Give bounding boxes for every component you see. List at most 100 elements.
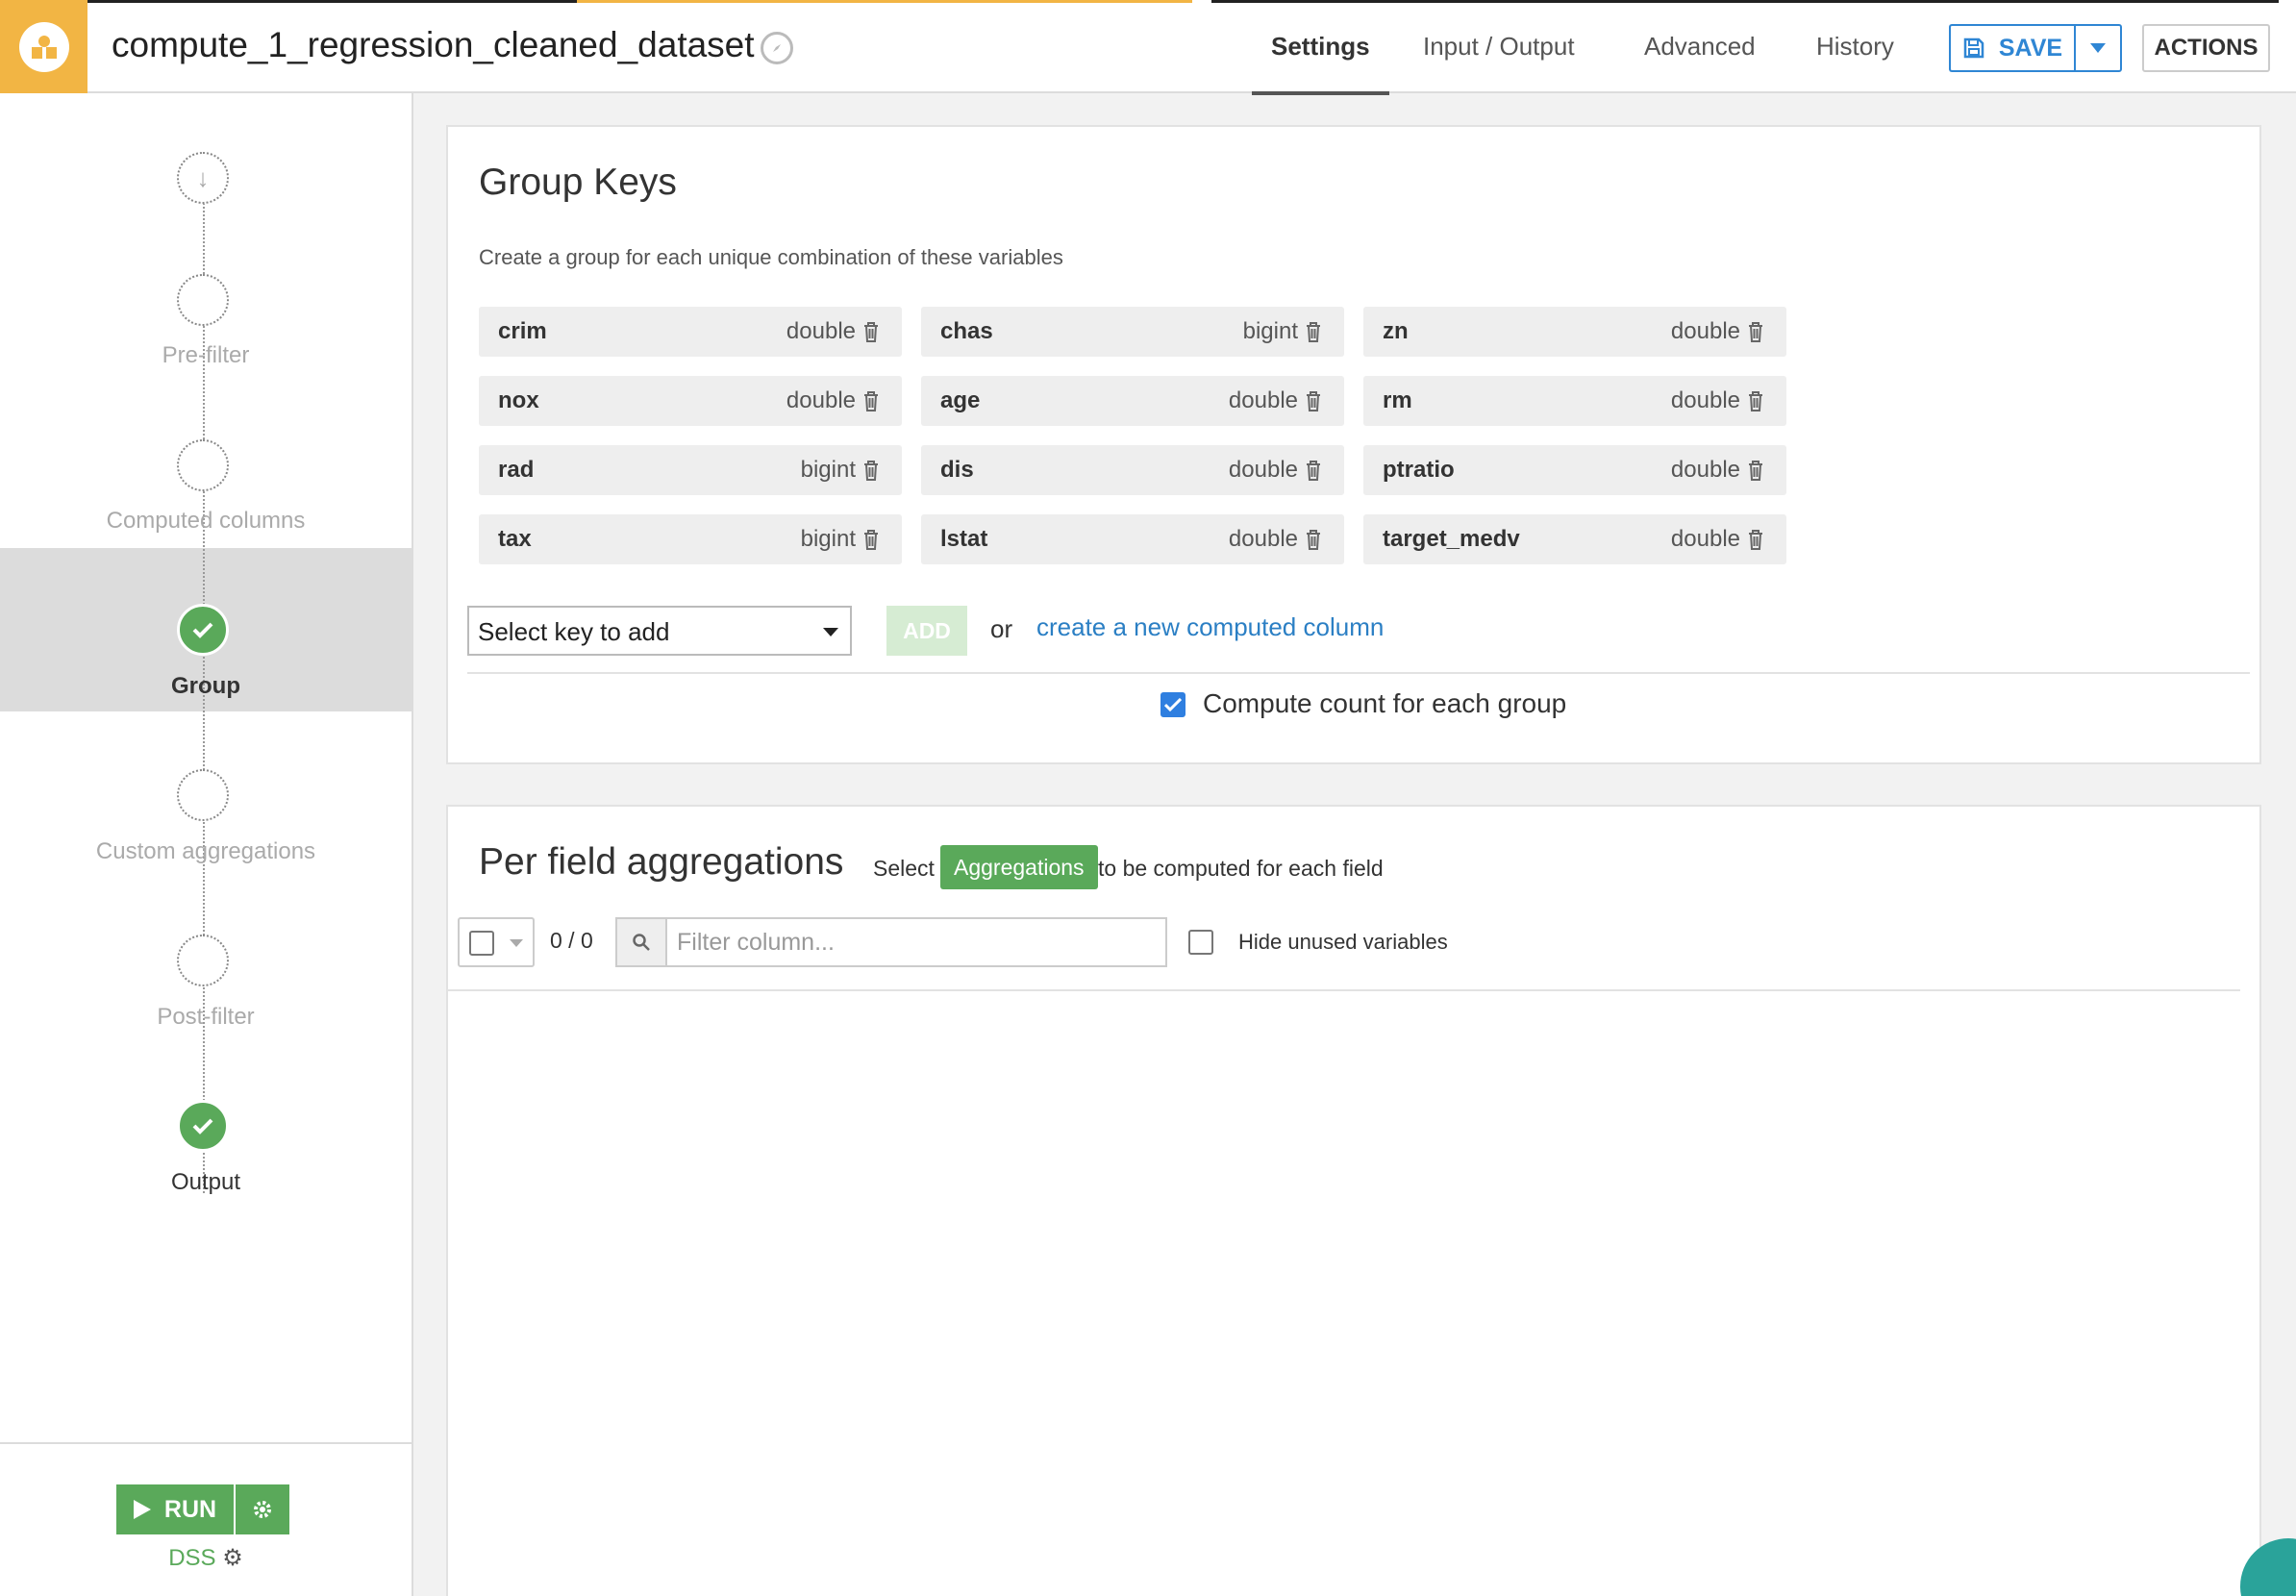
- trash-icon[interactable]: [1304, 459, 1323, 482]
- key-type: double: [786, 318, 856, 344]
- step-node-post-filter[interactable]: [177, 935, 229, 986]
- trash-icon[interactable]: [1746, 389, 1765, 412]
- compute-count-checkbox[interactable]: [1160, 692, 1185, 717]
- arrow-down-icon: ↓: [196, 162, 210, 192]
- divider: [448, 989, 2240, 991]
- group-keys-title: Group Keys: [479, 162, 677, 203]
- key-name: target_medv: [1383, 526, 1520, 552]
- trash-icon[interactable]: [1304, 528, 1323, 551]
- group-key-chip: zn double: [1363, 307, 1786, 357]
- select-all-checkbox[interactable]: [469, 931, 494, 956]
- search-icon: [615, 917, 665, 967]
- actions-button[interactable]: ACTIONS: [2142, 24, 2270, 72]
- key-type: double: [1670, 318, 1740, 344]
- key-type: double: [786, 387, 856, 413]
- filter-column-input[interactable]: [665, 917, 1167, 967]
- step-node-output[interactable]: [177, 1100, 229, 1152]
- floppy-disk-icon: [1963, 37, 1984, 59]
- key-type: double: [1228, 387, 1298, 413]
- group-key-chip: crim double: [479, 307, 902, 357]
- key-type: bigint: [800, 457, 856, 483]
- key-type: double: [1228, 526, 1298, 552]
- play-icon: [133, 1500, 151, 1519]
- save-dropdown-button[interactable]: [2074, 24, 2122, 72]
- recipe-type-logo[interactable]: [0, 0, 87, 93]
- step-label-computed-columns[interactable]: Computed columns: [0, 508, 412, 535]
- step-label-output[interactable]: Output: [0, 1169, 412, 1196]
- compass-icon[interactable]: [761, 32, 793, 64]
- aggregations-title: Per field aggregations: [479, 841, 844, 883]
- chevron-down-icon: [510, 939, 523, 947]
- checkmark-icon: [192, 1118, 213, 1135]
- select-all-dropdown[interactable]: [458, 917, 535, 967]
- aggregations-badge[interactable]: Aggregations: [940, 845, 1098, 889]
- group-keys-subtitle: Create a group for each unique combinati…: [479, 245, 1063, 269]
- gears-icon: ⚙: [222, 1545, 243, 1571]
- key-name: chas: [940, 318, 993, 344]
- key-name: crim: [498, 318, 547, 344]
- step-label-group[interactable]: Group: [0, 673, 412, 700]
- key-name: tax: [498, 526, 532, 552]
- trash-icon[interactable]: [861, 459, 881, 482]
- run-button[interactable]: RUN: [116, 1484, 234, 1534]
- save-label: SAVE: [1998, 34, 2063, 62]
- checkmark-icon: [192, 622, 213, 638]
- create-computed-column-link[interactable]: create a new computed column: [1036, 612, 1384, 642]
- tab-history[interactable]: History: [1816, 0, 1894, 93]
- step-node-group[interactable]: [177, 604, 229, 656]
- group-key-chip: target_medv double: [1363, 514, 1786, 564]
- trash-icon[interactable]: [861, 528, 881, 551]
- group-key-chip: ptratio double: [1363, 445, 1786, 495]
- aggregations-help-text: to be computed for each field: [1098, 856, 1384, 881]
- step-node-computed-columns[interactable]: [177, 439, 229, 491]
- step-label-custom-aggregations[interactable]: Custom aggregations: [0, 838, 412, 865]
- tab-input-output[interactable]: Input / Output: [1423, 0, 1575, 93]
- compute-count-label[interactable]: Compute count for each group: [1203, 688, 1566, 719]
- step-label-pre-filter[interactable]: Pre-filter: [0, 342, 412, 369]
- key-name: zn: [1383, 318, 1409, 344]
- key-name: rad: [498, 457, 535, 483]
- key-name: nox: [498, 387, 539, 413]
- trash-icon[interactable]: [1746, 320, 1765, 343]
- key-type: double: [1670, 526, 1740, 552]
- trash-icon[interactable]: [1746, 528, 1765, 551]
- group-key-chip: chas bigint: [921, 307, 1344, 357]
- group-recipe-icon: [18, 21, 69, 72]
- gear-icon: [254, 1501, 271, 1518]
- select-text: Select: [873, 856, 935, 881]
- trash-icon[interactable]: [861, 389, 881, 412]
- trash-icon[interactable]: [1304, 389, 1323, 412]
- hide-unused-label[interactable]: Hide unused variables: [1238, 930, 1448, 955]
- key-name: lstat: [940, 526, 988, 552]
- hide-unused-checkbox[interactable]: [1188, 930, 1213, 955]
- key-name: dis: [940, 457, 974, 483]
- add-key-button[interactable]: ADD: [886, 606, 967, 656]
- run-panel: RUN DSS ⚙: [0, 1442, 412, 1596]
- group-key-chip: dis double: [921, 445, 1344, 495]
- tab-advanced[interactable]: Advanced: [1644, 0, 1756, 93]
- step-node-custom-aggregations[interactable]: [177, 769, 229, 821]
- trash-icon[interactable]: [1746, 459, 1765, 482]
- step-start-node[interactable]: ↓: [177, 152, 229, 204]
- run-settings-button[interactable]: [236, 1484, 289, 1534]
- key-type: double: [1228, 457, 1298, 483]
- group-key-chip: rm double: [1363, 376, 1786, 426]
- selection-count: 0 / 0: [550, 928, 593, 953]
- key-type: double: [1670, 457, 1740, 483]
- key-name: ptratio: [1383, 457, 1455, 483]
- key-name: age: [940, 387, 981, 413]
- select-key-dropdown[interactable]: Select key to add: [467, 606, 852, 656]
- save-button[interactable]: SAVE: [1949, 24, 2074, 72]
- trash-icon[interactable]: [861, 320, 881, 343]
- step-node-pre-filter[interactable]: [177, 274, 229, 326]
- chevron-down-icon: [823, 628, 838, 636]
- tab-settings[interactable]: Settings: [1252, 0, 1389, 95]
- loading-bar-track: [87, 0, 577, 3]
- step-label-post-filter[interactable]: Post-filter: [0, 1004, 412, 1031]
- execution-engine-label[interactable]: DSS ⚙: [0, 1544, 412, 1572]
- top-bar: compute_1_regression_cleaned_dataset Set…: [0, 0, 2296, 95]
- engine-name: DSS: [168, 1545, 216, 1571]
- group-key-chip: age double: [921, 376, 1344, 426]
- recipe-title[interactable]: compute_1_regression_cleaned_dataset: [112, 25, 755, 65]
- trash-icon[interactable]: [1304, 320, 1323, 343]
